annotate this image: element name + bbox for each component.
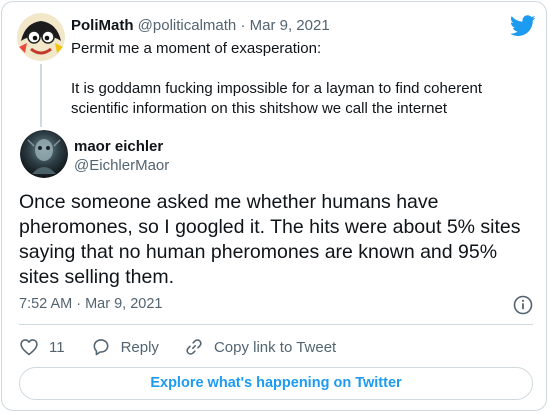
heart-icon: [20, 339, 38, 356]
author-name[interactable]: maor eichler: [74, 138, 163, 156]
like-count: 11: [49, 338, 65, 356]
reply-label: Reply: [120, 338, 159, 356]
tweet-embed-card: PoliMath @politicalmath · Mar 9, 2021 Pe…: [1, 1, 547, 411]
quoted-tweet-line: It is goddamn fucking impossible for a l…: [71, 80, 483, 117]
twitter-bird-icon[interactable]: [510, 15, 536, 37]
tweet-text: Once someone asked me whether humans hav…: [19, 191, 521, 288]
polimath-avatar[interactable]: [17, 13, 65, 61]
reply-button[interactable]: Reply: [91, 337, 159, 357]
quoted-author-name[interactable]: PoliMath: [71, 17, 134, 34]
thread-connector-line: [40, 64, 42, 127]
divider: [19, 324, 533, 325]
quoted-tweet-header: PoliMath @politicalmath · Mar 9, 2021: [71, 17, 330, 35]
maor-eichler-avatar[interactable]: [20, 130, 68, 178]
quoted-tweet-date[interactable]: Mar 9, 2021: [250, 17, 330, 34]
quoted-tweet-line: Permit me a moment of exasperation:: [71, 40, 322, 57]
like-button[interactable]: 11: [19, 337, 91, 357]
header-separator: ·: [240, 17, 246, 34]
reply-bubble-icon: [93, 339, 109, 356]
quoted-tweet-text: Permit me a moment of exasperation: It i…: [71, 39, 531, 119]
explore-twitter-button[interactable]: Explore what's happening on Twitter: [19, 367, 533, 400]
copy-link-button[interactable]: Copy link to Tweet: [184, 337, 336, 357]
author-handle[interactable]: @EichlerMaor: [74, 157, 169, 175]
tweet-timestamp[interactable]: 7:52 AM · Mar 9, 2021: [19, 295, 162, 313]
copy-link-label: Copy link to Tweet: [213, 338, 337, 356]
info-icon[interactable]: [513, 295, 533, 315]
quoted-author-handle[interactable]: @politicalmath: [138, 17, 237, 34]
link-icon: [186, 339, 202, 355]
tweet-actions: 11 Reply Copy link to Tweet: [19, 337, 336, 357]
